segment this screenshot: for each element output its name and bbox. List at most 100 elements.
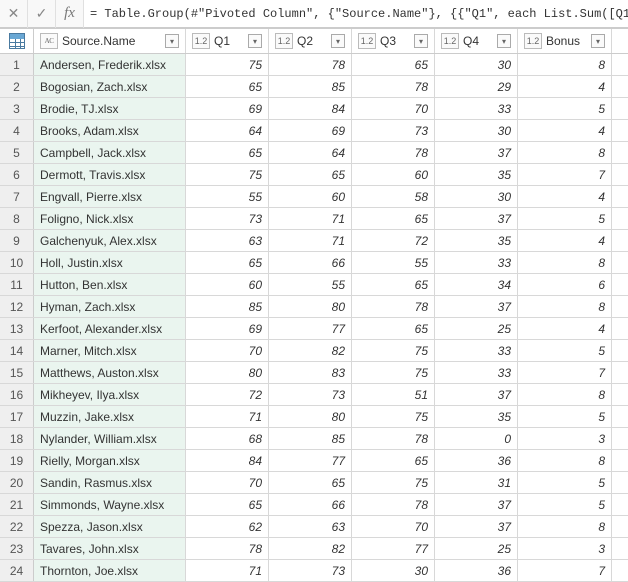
cell-q3[interactable]: 78 — [352, 296, 435, 317]
cell-q3[interactable]: 65 — [352, 318, 435, 339]
cell-bonus[interactable]: 5 — [518, 208, 612, 229]
cell-q1[interactable]: 65 — [186, 142, 269, 163]
cell-q3[interactable]: 73 — [352, 120, 435, 141]
row-number[interactable]: 1 — [0, 54, 34, 75]
row-number[interactable]: 9 — [0, 230, 34, 251]
select-all-corner[interactable] — [0, 29, 34, 53]
cell-q3[interactable]: 75 — [352, 362, 435, 383]
table-row[interactable]: 24Thornton, Joe.xlsx717330367 — [0, 560, 628, 582]
column-header-q2[interactable]: 1.2 Q2 ▾ — [269, 29, 352, 53]
cell-q1[interactable]: 64 — [186, 120, 269, 141]
cell-source-name[interactable]: Tavares, John.xlsx — [34, 538, 186, 559]
cell-q1[interactable]: 68 — [186, 428, 269, 449]
cell-source-name[interactable]: Holl, Justin.xlsx — [34, 252, 186, 273]
cell-bonus[interactable]: 4 — [518, 230, 612, 251]
cell-source-name[interactable]: Engvall, Pierre.xlsx — [34, 186, 186, 207]
row-number[interactable]: 17 — [0, 406, 34, 427]
table-row[interactable]: 16Mikheyev, Ilya.xlsx727351378 — [0, 384, 628, 406]
cell-q3[interactable]: 65 — [352, 450, 435, 471]
table-row[interactable]: 4Brooks, Adam.xlsx646973304 — [0, 120, 628, 142]
cell-source-name[interactable]: Mikheyev, Ilya.xlsx — [34, 384, 186, 405]
cell-q1[interactable]: 80 — [186, 362, 269, 383]
filter-button[interactable]: ▾ — [497, 34, 511, 48]
cell-source-name[interactable]: Dermott, Travis.xlsx — [34, 164, 186, 185]
cell-q3[interactable]: 65 — [352, 54, 435, 75]
cell-q2[interactable]: 65 — [269, 164, 352, 185]
cell-q1[interactable]: 69 — [186, 98, 269, 119]
cell-q2[interactable]: 82 — [269, 340, 352, 361]
row-number[interactable]: 22 — [0, 516, 34, 537]
table-row[interactable]: 2Bogosian, Zach.xlsx658578294 — [0, 76, 628, 98]
cell-source-name[interactable]: Brooks, Adam.xlsx — [34, 120, 186, 141]
cell-q1[interactable]: 65 — [186, 494, 269, 515]
filter-button[interactable]: ▾ — [248, 34, 262, 48]
cell-bonus[interactable]: 7 — [518, 362, 612, 383]
cell-source-name[interactable]: Thornton, Joe.xlsx — [34, 560, 186, 581]
table-row[interactable]: 19Rielly, Morgan.xlsx847765368 — [0, 450, 628, 472]
cell-bonus[interactable]: 4 — [518, 318, 612, 339]
cell-bonus[interactable]: 3 — [518, 428, 612, 449]
cell-q3[interactable]: 70 — [352, 516, 435, 537]
cell-q4[interactable]: 34 — [435, 274, 518, 295]
cell-q2[interactable]: 73 — [269, 384, 352, 405]
filter-button[interactable]: ▾ — [165, 34, 179, 48]
cell-source-name[interactable]: Hutton, Ben.xlsx — [34, 274, 186, 295]
cell-q3[interactable]: 78 — [352, 76, 435, 97]
cell-q1[interactable]: 84 — [186, 450, 269, 471]
cell-q4[interactable]: 31 — [435, 472, 518, 493]
cell-q2[interactable]: 85 — [269, 76, 352, 97]
cell-q4[interactable]: 30 — [435, 186, 518, 207]
table-row[interactable]: 7Engvall, Pierre.xlsx556058304 — [0, 186, 628, 208]
cell-q4[interactable]: 33 — [435, 252, 518, 273]
table-row[interactable]: 14Marner, Mitch.xlsx708275335 — [0, 340, 628, 362]
cell-bonus[interactable]: 5 — [518, 340, 612, 361]
cell-q3[interactable]: 78 — [352, 142, 435, 163]
cell-q2[interactable]: 65 — [269, 472, 352, 493]
table-row[interactable]: 15Matthews, Auston.xlsx808375337 — [0, 362, 628, 384]
cell-q3[interactable]: 75 — [352, 406, 435, 427]
cell-q1[interactable]: 71 — [186, 560, 269, 581]
cell-q3[interactable]: 55 — [352, 252, 435, 273]
cell-q4[interactable]: 37 — [435, 516, 518, 537]
cell-q1[interactable]: 62 — [186, 516, 269, 537]
row-number[interactable]: 14 — [0, 340, 34, 361]
row-number[interactable]: 11 — [0, 274, 34, 295]
cell-q2[interactable]: 83 — [269, 362, 352, 383]
cell-q1[interactable]: 78 — [186, 538, 269, 559]
cell-q4[interactable]: 35 — [435, 230, 518, 251]
table-row[interactable]: 23Tavares, John.xlsx788277253 — [0, 538, 628, 560]
cell-q2[interactable]: 71 — [269, 230, 352, 251]
cell-q2[interactable]: 77 — [269, 318, 352, 339]
cell-q4[interactable]: 30 — [435, 120, 518, 141]
cell-q2[interactable]: 82 — [269, 538, 352, 559]
row-number[interactable]: 10 — [0, 252, 34, 273]
cell-q4[interactable]: 29 — [435, 76, 518, 97]
cell-q3[interactable]: 65 — [352, 274, 435, 295]
row-number[interactable]: 21 — [0, 494, 34, 515]
cell-q1[interactable]: 55 — [186, 186, 269, 207]
cell-bonus[interactable]: 8 — [518, 252, 612, 273]
cell-q2[interactable]: 80 — [269, 406, 352, 427]
cell-bonus[interactable]: 8 — [518, 384, 612, 405]
column-header-q3[interactable]: 1.2 Q3 ▾ — [352, 29, 435, 53]
cancel-icon[interactable]: ✕ — [0, 0, 28, 28]
row-number[interactable]: 16 — [0, 384, 34, 405]
cell-q4[interactable]: 37 — [435, 296, 518, 317]
cell-q3[interactable]: 72 — [352, 230, 435, 251]
cell-q2[interactable]: 63 — [269, 516, 352, 537]
cell-q3[interactable]: 70 — [352, 98, 435, 119]
cell-source-name[interactable]: Foligno, Nick.xlsx — [34, 208, 186, 229]
cell-q2[interactable]: 66 — [269, 494, 352, 515]
cell-q3[interactable]: 75 — [352, 340, 435, 361]
table-row[interactable]: 22Spezza, Jason.xlsx626370378 — [0, 516, 628, 538]
cell-source-name[interactable]: Simmonds, Wayne.xlsx — [34, 494, 186, 515]
row-number[interactable]: 19 — [0, 450, 34, 471]
row-number[interactable]: 15 — [0, 362, 34, 383]
column-header-bonus[interactable]: 1.2 Bonus ▾ — [518, 29, 612, 53]
cell-q3[interactable]: 78 — [352, 428, 435, 449]
cell-bonus[interactable]: 8 — [518, 54, 612, 75]
cell-bonus[interactable]: 5 — [518, 494, 612, 515]
cell-source-name[interactable]: Nylander, William.xlsx — [34, 428, 186, 449]
cell-q4[interactable]: 0 — [435, 428, 518, 449]
cell-q4[interactable]: 37 — [435, 384, 518, 405]
